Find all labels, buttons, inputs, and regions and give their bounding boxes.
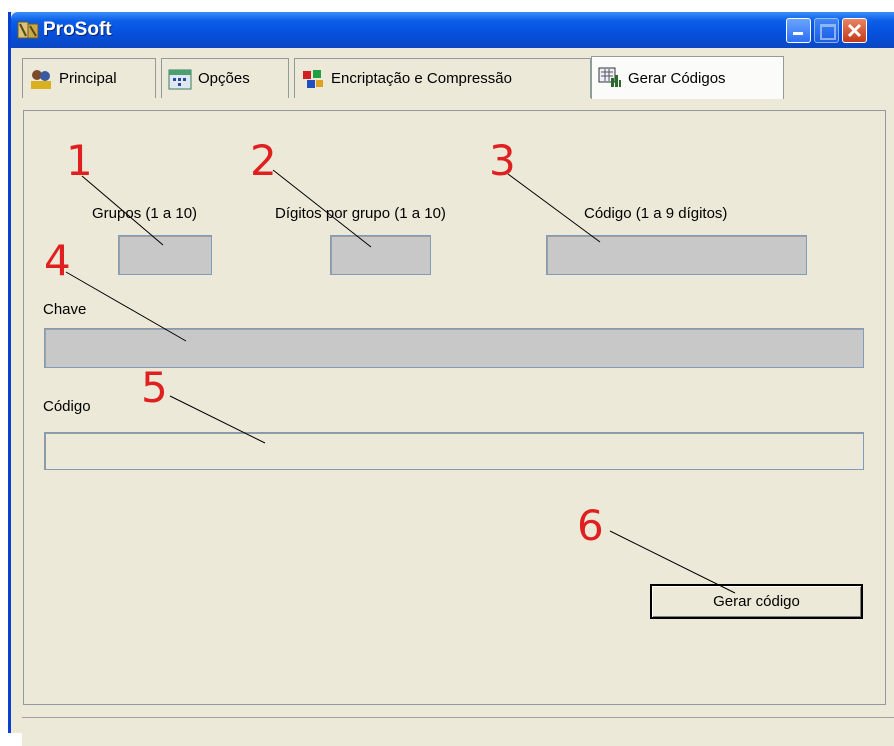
window-title: ProSoft (43, 19, 112, 40)
blocks-icon (303, 69, 323, 88)
tab-label: Principal (59, 70, 117, 87)
grupos-label: Grupos (1 a 10) (92, 205, 198, 222)
tab-label: Encriptação e Compressão (331, 70, 512, 87)
minimize-icon (793, 32, 803, 35)
tab-encriptacao-compressao[interactable]: Encriptação e Compressão (294, 58, 591, 98)
tab-opcoes[interactable]: Opções (161, 58, 289, 98)
chave-label: Chave (43, 301, 87, 318)
annotation-1: 1 (66, 136, 93, 185)
digitos-input[interactable] (330, 235, 431, 275)
tab-label: Gerar Códigos (628, 69, 726, 87)
annotation-5: 5 (141, 363, 168, 412)
maximize-button[interactable] (814, 18, 839, 43)
close-icon (847, 23, 862, 38)
codigo-input-label: Código (1 a 9 dígitos) (584, 205, 728, 222)
annotation-3: 3 (489, 136, 516, 185)
tab-gerar-codigos[interactable]: Gerar Códigos (591, 56, 784, 99)
codigo-output-label: Código (43, 398, 91, 415)
title-bar[interactable]: ProSoft (11, 12, 894, 48)
annotation-4: 4 (44, 236, 71, 285)
chart-icon (598, 67, 621, 87)
annotation-6: 6 (577, 501, 604, 550)
chave-field[interactable] (44, 328, 864, 368)
tab-label: Opções (198, 70, 250, 87)
annotation-2: 2 (250, 136, 277, 185)
minimize-button[interactable] (786, 18, 811, 43)
gerar-codigo-button[interactable]: Gerar código (650, 584, 863, 619)
calendar-icon (168, 69, 192, 89)
app-icon (17, 21, 39, 39)
status-bar (22, 717, 894, 746)
tab-principal[interactable]: Principal (22, 58, 156, 98)
codigo-output-field[interactable] (44, 432, 864, 470)
close-button[interactable] (842, 18, 867, 43)
grupos-input[interactable] (118, 235, 212, 275)
users-icon (31, 69, 51, 89)
codigo-input[interactable] (546, 235, 807, 275)
maximize-icon (820, 24, 836, 40)
digitos-label: Dígitos por grupo (1 a 10) (275, 205, 446, 222)
